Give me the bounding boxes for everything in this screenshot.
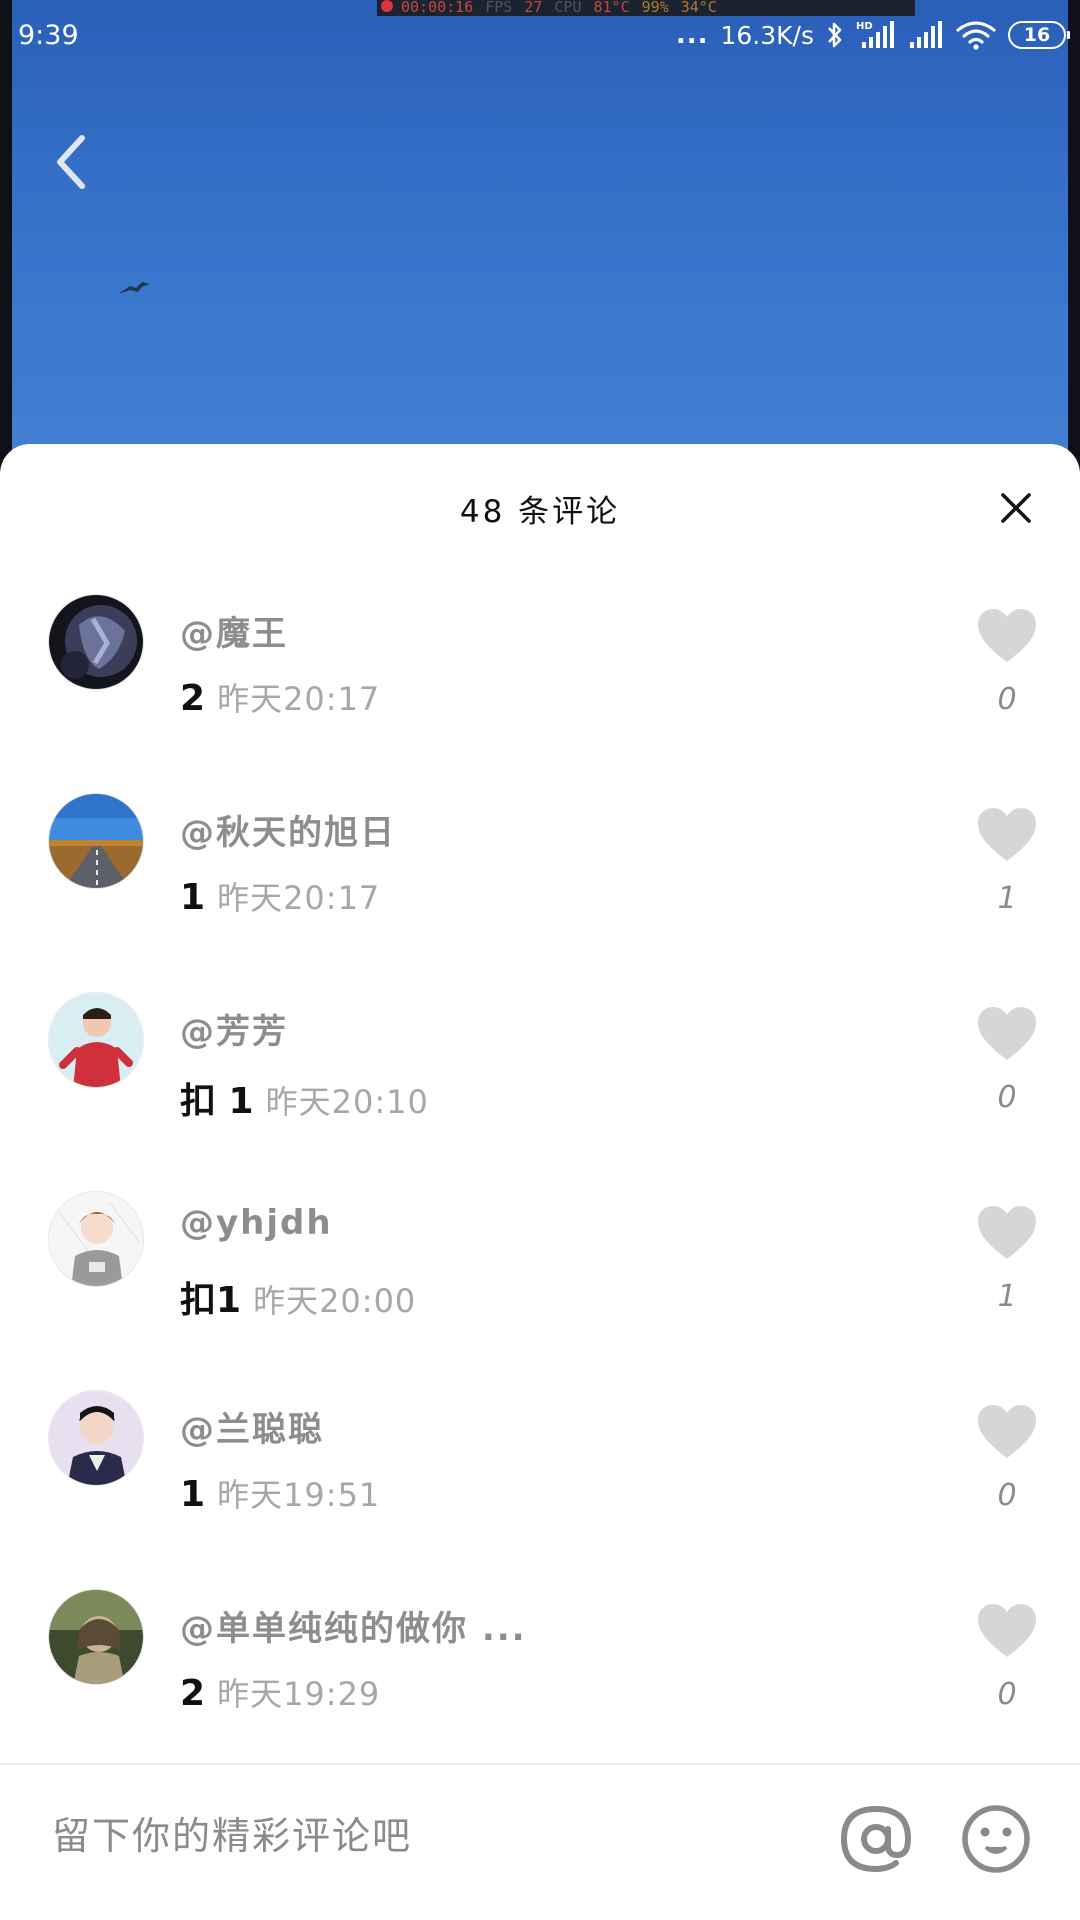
battery-indicator: 16	[1008, 21, 1070, 49]
like-button[interactable]	[976, 1205, 1038, 1261]
chevron-left-icon	[57, 135, 85, 189]
like-button[interactable]	[976, 1603, 1038, 1659]
like-count: 0	[997, 1478, 1017, 1513]
like-button[interactable]	[976, 608, 1038, 664]
status-bar: 9:39 ... 16.3K/s HD 16	[0, 0, 1080, 76]
avatar[interactable]	[48, 1191, 144, 1287]
comment-text: 扣1	[180, 1280, 242, 1321]
comment-text: 扣 1	[180, 1081, 254, 1122]
like-count: 0	[997, 1677, 1017, 1712]
comment-item[interactable]: @秋天的旭日 1 昨天20:17 1	[0, 763, 1080, 962]
comment-time: 昨天20:17	[217, 680, 381, 718]
avatar[interactable]	[48, 992, 144, 1088]
comment-username[interactable]: @魔王	[180, 606, 288, 655]
comment-username[interactable]: @芳芳	[180, 1004, 288, 1053]
like-count: 1	[997, 881, 1017, 916]
comment-username[interactable]: @单单纯纯的做你 ...	[180, 1601, 527, 1650]
bird-icon	[118, 282, 150, 294]
comment-username[interactable]: @秋天的旭日	[180, 805, 396, 854]
close-button[interactable]	[992, 484, 1040, 532]
signal-hd-icon: HD	[856, 20, 896, 50]
status-time: 9:39	[18, 20, 79, 51]
comment-username[interactable]: @兰聪聪	[180, 1402, 324, 1451]
mention-button[interactable]	[840, 1803, 912, 1875]
status-icons: ... 16.3K/s HD 16	[675, 18, 1070, 52]
comment-body: 2 昨天19:29	[180, 1669, 380, 1715]
like-count: 1	[997, 1279, 1017, 1314]
back-button[interactable]	[46, 130, 94, 194]
smile-icon	[962, 1805, 1030, 1873]
comment-text: 1	[180, 1474, 206, 1515]
like-button[interactable]	[976, 1404, 1038, 1460]
bluetooth-icon	[826, 20, 844, 50]
comment-time: 昨天20:17	[217, 879, 381, 917]
comment-time: 昨天20:00	[253, 1282, 417, 1320]
sheet-header: 48 条评论	[0, 444, 1080, 564]
comment-body: 扣 1 昨天20:10	[180, 1072, 429, 1124]
comment-username[interactable]: @yhjdh	[180, 1203, 333, 1243]
screen: 00:00:16 FPS 27 CPU 81°C 99% 34°C 9:39 ... 16.…	[0, 0, 1080, 1920]
like-count: 0	[997, 682, 1017, 717]
wifi-icon	[956, 20, 996, 50]
comment-body: 2 昨天20:17	[180, 674, 380, 720]
avatar[interactable]	[48, 1390, 144, 1486]
heart-icon	[978, 609, 1036, 662]
heart-icon	[978, 1206, 1036, 1259]
like-button[interactable]	[976, 1006, 1038, 1062]
comment-body: 扣1 昨天20:00	[180, 1271, 416, 1323]
svg-text:HD: HD	[856, 21, 873, 32]
avatar[interactable]	[48, 1589, 144, 1685]
comment-item[interactable]: @兰聪聪 1 昨天19:51 0	[0, 1360, 1080, 1559]
comment-item[interactable]: @yhjdh 扣1 昨天20:00 1	[0, 1161, 1080, 1360]
comment-text: 2	[180, 678, 206, 719]
heart-icon	[978, 1405, 1036, 1458]
comment-count-title: 48 条评论	[459, 494, 621, 530]
heart-icon	[978, 1007, 1036, 1060]
comment-time: 昨天19:29	[217, 1675, 381, 1713]
avatar[interactable]	[48, 793, 144, 889]
comment-item[interactable]: @单单纯纯的做你 ... 2 昨天19:29 0	[0, 1559, 1080, 1758]
like-button[interactable]	[976, 807, 1038, 863]
more-notifications-icon: ...	[675, 20, 709, 50]
comment-sheet: 48 条评论 @魔王 2 昨天20:17 0 @秋天的旭日 1 昨天20:17 …	[0, 444, 1080, 1920]
comment-text: 1	[180, 877, 206, 918]
comment-input[interactable]	[50, 1795, 814, 1877]
at-icon	[840, 1805, 912, 1873]
comment-body: 1 昨天19:51	[180, 1470, 380, 1516]
comment-text: 2	[180, 1673, 206, 1714]
signal-icon	[908, 20, 944, 50]
heart-icon	[978, 1604, 1036, 1657]
close-icon	[1001, 493, 1031, 523]
comment-input-bar	[0, 1765, 1080, 1920]
comment-item[interactable]: @芳芳 扣 1 昨天20:10 0	[0, 962, 1080, 1161]
network-speed: 16.3K/s	[720, 20, 814, 50]
comment-time: 昨天19:51	[217, 1476, 381, 1514]
comment-item[interactable]: @魔王 2 昨天20:17 0	[0, 564, 1080, 763]
emoji-button[interactable]	[960, 1803, 1032, 1875]
comment-body: 1 昨天20:17	[180, 873, 380, 919]
like-count: 0	[997, 1080, 1017, 1115]
comment-time: 昨天20:10	[265, 1083, 429, 1121]
heart-icon	[978, 808, 1036, 861]
avatar[interactable]	[48, 594, 144, 690]
